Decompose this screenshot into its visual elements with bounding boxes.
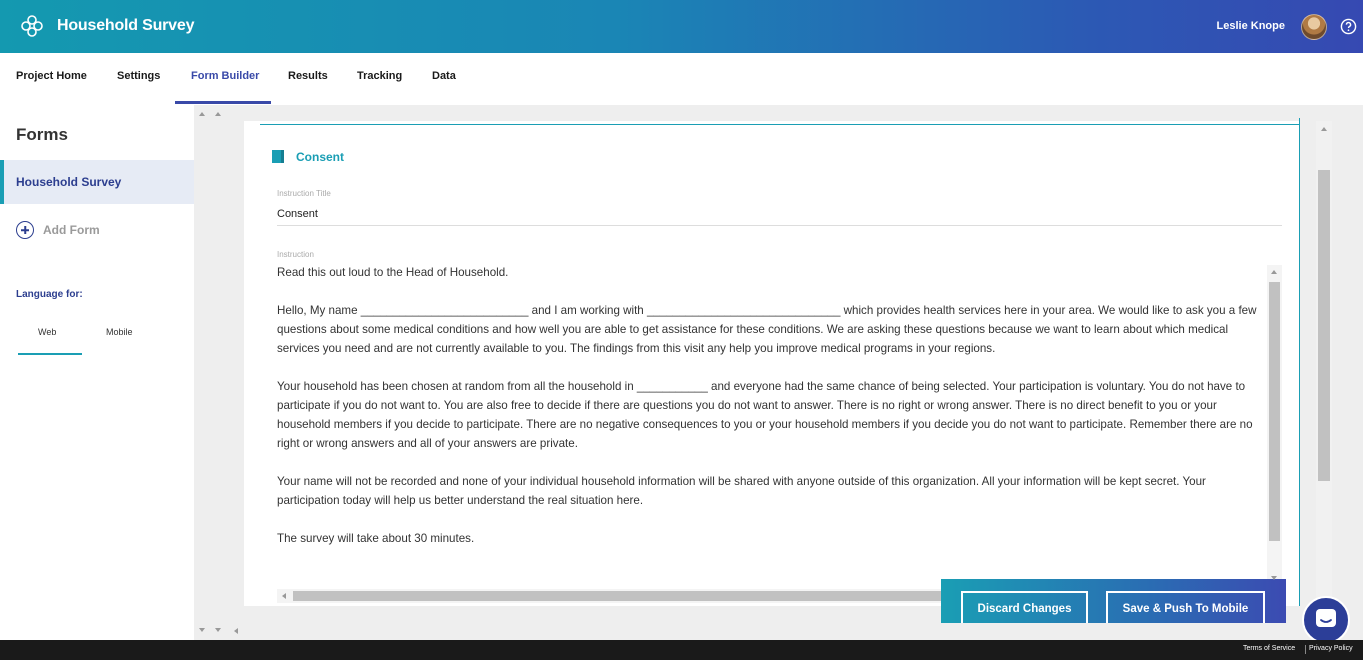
instruction-paragraph: Read this out loud to the Head of Househ… bbox=[277, 266, 509, 279]
language-tab-web[interactable]: Web bbox=[38, 327, 56, 337]
scroll-down-arrow-icon[interactable] bbox=[215, 628, 221, 632]
top-bar: Household Survey Leslie Knope bbox=[0, 0, 1363, 53]
instruction-textarea[interactable]: Read this out loud to the Head of Househ… bbox=[277, 263, 1267, 583]
language-tab-mobile[interactable]: Mobile bbox=[106, 327, 133, 337]
instruction-title-label: Instruction Title bbox=[277, 189, 331, 198]
main-nav: Project Home Settings Form Builder Resul… bbox=[0, 53, 1363, 105]
instruction-paragraph: Your household has been chosen at random… bbox=[277, 380, 1253, 450]
add-form-label: Add Form bbox=[43, 223, 100, 237]
instruction-paragraph: Hello, My name _________________________… bbox=[277, 304, 1257, 355]
form-item-household-survey[interactable]: Household Survey bbox=[0, 160, 194, 204]
book-icon bbox=[272, 150, 284, 163]
nav-data[interactable]: Data bbox=[432, 70, 456, 82]
forms-heading: Forms bbox=[16, 125, 68, 144]
terms-of-service-link[interactable]: Terms of Service bbox=[1243, 645, 1295, 652]
textarea-horizontal-thumb[interactable] bbox=[293, 591, 953, 601]
scroll-down-arrow-icon[interactable] bbox=[1271, 576, 1277, 580]
language-label: Language for: bbox=[16, 289, 83, 300]
avatar[interactable] bbox=[1301, 14, 1327, 40]
user-name[interactable]: Leslie Knope bbox=[1217, 20, 1285, 32]
instruction-label: Instruction bbox=[277, 250, 314, 259]
page-scroll-thumb[interactable] bbox=[1318, 170, 1330, 481]
chat-icon bbox=[1316, 609, 1336, 627]
nav-results[interactable]: Results bbox=[288, 70, 328, 82]
discard-changes-button[interactable]: Discard Changes bbox=[961, 591, 1088, 623]
instruction-paragraph: Your name will not be recorded and none … bbox=[277, 475, 1206, 507]
add-form-button[interactable]: Add Form bbox=[16, 221, 100, 239]
scroll-left-arrow-icon[interactable] bbox=[282, 593, 286, 599]
save-push-mobile-button[interactable]: Save & Push To Mobile bbox=[1106, 591, 1265, 623]
help-icon[interactable] bbox=[1340, 18, 1357, 35]
textarea-scroll-thumb[interactable] bbox=[1269, 282, 1280, 541]
footer-divider bbox=[1305, 645, 1306, 654]
form-item-label: Household Survey bbox=[16, 175, 122, 189]
scroll-up-arrow-icon[interactable] bbox=[1271, 270, 1277, 274]
input-underline bbox=[277, 225, 1282, 226]
scroll-up-arrow-icon[interactable] bbox=[199, 112, 205, 116]
active-tab-indicator bbox=[175, 101, 271, 104]
scroll-down-arrow-icon[interactable] bbox=[199, 628, 205, 632]
plus-circle-icon bbox=[16, 221, 34, 239]
scroll-left-arrow-icon[interactable] bbox=[234, 628, 238, 634]
scroll-up-arrow-icon[interactable] bbox=[1321, 127, 1327, 131]
card-divider bbox=[260, 124, 1300, 125]
app-title: Household Survey bbox=[57, 17, 195, 34]
scroll-up-arrow-icon[interactable] bbox=[215, 112, 221, 116]
forms-sidebar: Forms Household Survey Add Form Language… bbox=[0, 105, 194, 640]
instruction-title-input[interactable]: Consent bbox=[277, 208, 318, 220]
nav-project-home[interactable]: Project Home bbox=[16, 70, 87, 82]
nav-settings[interactable]: Settings bbox=[117, 70, 160, 82]
nav-tracking[interactable]: Tracking bbox=[357, 70, 402, 82]
section-title[interactable]: Consent bbox=[296, 150, 344, 164]
nav-form-builder[interactable]: Form Builder bbox=[191, 70, 259, 82]
instruction-paragraph: The survey will take about 30 minutes. bbox=[277, 532, 475, 545]
card-divider-end bbox=[1299, 118, 1300, 125]
privacy-policy-link[interactable]: Privacy Policy bbox=[1309, 645, 1353, 652]
language-tab-indicator bbox=[18, 353, 82, 355]
app-logo-icon[interactable] bbox=[20, 14, 44, 38]
action-bar: Discard Changes Save & Push To Mobile bbox=[941, 579, 1286, 623]
footer: Terms of Service Privacy Policy bbox=[0, 640, 1363, 660]
